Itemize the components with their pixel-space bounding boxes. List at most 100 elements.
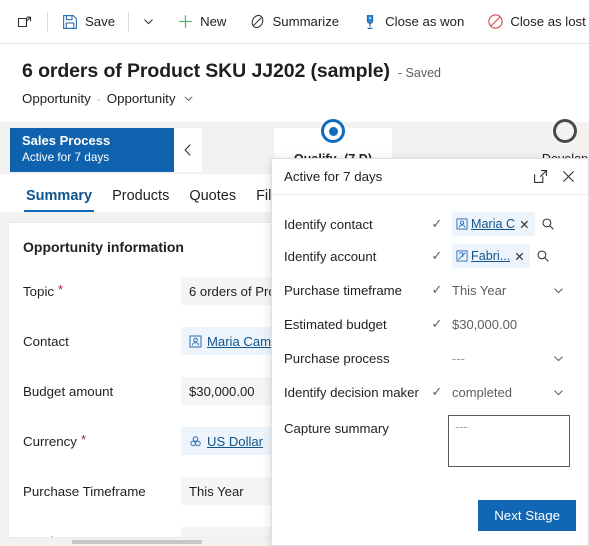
trophy-icon — [361, 13, 379, 31]
identify-account-lookup[interactable]: Fabri... ✕ — [448, 243, 574, 269]
stage-step-capture-summary: Capture summary --- — [284, 415, 574, 467]
contact-lookup-input[interactable]: Maria Cam — [181, 327, 272, 355]
step-label-estimated-budget: Estimated budget — [284, 316, 387, 332]
process-name: Sales Process — [22, 133, 111, 148]
chevron-down-icon[interactable] — [546, 345, 570, 371]
estimated-budget-input[interactable]: $30,000.00 — [448, 311, 574, 337]
field-row-budget-amount: Budget amount $30,000.00 — [23, 377, 272, 405]
account-icon — [456, 250, 468, 262]
field-row-purchase-process: Purchase Process --- — [23, 527, 272, 537]
process-name-tag[interactable]: Sales Process Active for 7 days — [10, 128, 174, 172]
purchase-timeframe-input[interactable]: This Year — [181, 477, 272, 505]
process-collapse-button[interactable] — [174, 128, 202, 172]
chevron-down-icon[interactable] — [546, 277, 570, 303]
close-as-won-button[interactable]: Close as won — [353, 4, 472, 40]
close-icon[interactable]: ✕ — [518, 217, 530, 232]
command-separator-2 — [128, 11, 130, 32]
topic-label-text: Topic — [23, 283, 55, 299]
plus-icon — [176, 13, 194, 31]
estimated-budget-value: $30,000.00 — [452, 316, 518, 332]
lookup-pill-account[interactable]: Fabri... ✕ — [452, 244, 530, 268]
step-label-identify-account: Identify account — [284, 248, 377, 264]
purchase-timeframe-select-value: This Year — [452, 282, 507, 298]
purchase-timeframe-select[interactable]: This Year — [448, 277, 574, 303]
search-icon[interactable] — [530, 243, 556, 269]
open-in-new-icon — [533, 169, 548, 184]
stage-step-purchase-process: Purchase process --- — [284, 345, 574, 371]
tab-quotes-label: Quotes — [189, 188, 237, 204]
purchase-timeframe-label-text: Purchase Timeframe — [23, 483, 146, 499]
save-menu-button[interactable] — [134, 6, 162, 38]
contact-icon — [456, 218, 468, 230]
stage-step-identify-decision-maker: Identify decision maker ✓ completed — [284, 379, 574, 405]
save-button[interactable]: Save — [53, 4, 123, 40]
upcoming-stage-icon — [553, 119, 577, 143]
step-label-identify-contact: Identify contact — [284, 216, 373, 232]
form-selector-label[interactable]: Opportunity — [107, 91, 176, 106]
capture-summary-textarea[interactable]: --- — [448, 415, 570, 467]
identify-contact-lookup[interactable]: Maria C ✕ — [448, 211, 574, 237]
tab-quotes[interactable]: Quotes — [179, 188, 246, 212]
field-row-currency: Currency * US Dollar — [23, 427, 272, 455]
process-status: Active for 7 days — [22, 150, 110, 164]
check-icon: ✓ — [431, 216, 443, 231]
close-icon[interactable]: ✕ — [513, 249, 525, 264]
budget-amount-label-text: Budget amount — [23, 383, 114, 399]
contact-value[interactable]: Maria Cam — [207, 334, 271, 349]
close-as-lost-button[interactable]: Close as lost — [478, 4, 589, 40]
flyout-header: Active for 7 days — [272, 159, 588, 195]
purchase-timeframe-value: This Year — [189, 483, 244, 499]
required-indicator: * — [80, 431, 87, 447]
step-label-purchase-timeframe: Purchase timeframe — [284, 282, 402, 298]
topic-input[interactable]: 6 orders of Pro — [181, 277, 272, 305]
check-icon: ✓ — [431, 316, 443, 331]
next-stage-button[interactable]: Next Stage — [478, 500, 576, 531]
breadcrumb-separator: · — [96, 91, 101, 106]
purchase-process-input[interactable]: --- — [181, 527, 272, 537]
flyout-body: Identify contact ✓ Maria C ✕ Identify ac… — [272, 195, 588, 467]
lookup-pill-contact[interactable]: Maria C ✕ — [452, 212, 535, 236]
command-bar: Save New Summarize Close as won Close as… — [0, 0, 589, 44]
flyout-close-button[interactable] — [554, 163, 582, 191]
open-record-set-icon — [16, 13, 34, 31]
required-indicator: * — [58, 281, 64, 297]
tab-products[interactable]: Products — [102, 188, 179, 212]
search-icon[interactable] — [535, 211, 561, 237]
purchase-process-select-value: --- — [452, 350, 465, 366]
currency-value[interactable]: US Dollar — [207, 434, 263, 449]
open-record-set-button[interactable] — [8, 4, 42, 40]
field-row-purchase-timeframe: Purchase Timeframe This Year — [23, 477, 272, 505]
page-title: 6 orders of Product SKU JJ202 (sample) — [22, 60, 390, 82]
new-button[interactable]: New — [168, 4, 234, 40]
tab-summary[interactable]: Summary — [16, 188, 102, 212]
chevron-down-icon[interactable] — [183, 93, 194, 104]
chevron-left-icon — [182, 143, 194, 157]
field-row-contact: Contact Maria Cam — [23, 327, 272, 355]
currency-label-text: Currency — [23, 433, 77, 449]
tab-products-label: Products — [112, 188, 170, 204]
breadcrumb-entity: Opportunity — [22, 91, 91, 106]
contact-label-text: Contact — [23, 333, 69, 349]
budget-amount-input[interactable]: $30,000.00 — [181, 377, 272, 405]
horizontal-scrollbar[interactable] — [72, 540, 202, 544]
new-label: New — [200, 14, 227, 29]
save-label: Save — [85, 14, 116, 29]
flyout-status-text: Active for 7 days — [284, 169, 383, 184]
check-icon: ✓ — [431, 282, 443, 297]
field-label-contact: Contact — [23, 334, 181, 349]
field-label-budget-amount: Budget amount — [23, 384, 181, 399]
saved-status: - Saved — [397, 66, 441, 80]
chevron-down-icon — [142, 15, 155, 28]
identify-decision-maker-select[interactable]: completed — [448, 379, 574, 405]
stage-step-purchase-timeframe: Purchase timeframe ✓ This Year — [284, 277, 574, 303]
section-title: Opportunity information — [23, 239, 184, 255]
lookup-pill-contact-text[interactable]: Maria C — [471, 217, 515, 231]
chevron-down-icon[interactable] — [546, 379, 570, 405]
flyout-footer: Next Stage — [272, 500, 588, 531]
lookup-pill-account-text[interactable]: Fabri... — [471, 249, 510, 263]
currency-lookup-input[interactable]: US Dollar — [181, 427, 272, 455]
purchase-process-select[interactable]: --- — [448, 345, 574, 371]
stage-detail-flyout: Active for 7 days Identify contact ✓ Mar… — [271, 158, 589, 546]
flyout-expand-button[interactable] — [526, 163, 554, 191]
summarize-button[interactable]: Summarize — [240, 4, 347, 40]
